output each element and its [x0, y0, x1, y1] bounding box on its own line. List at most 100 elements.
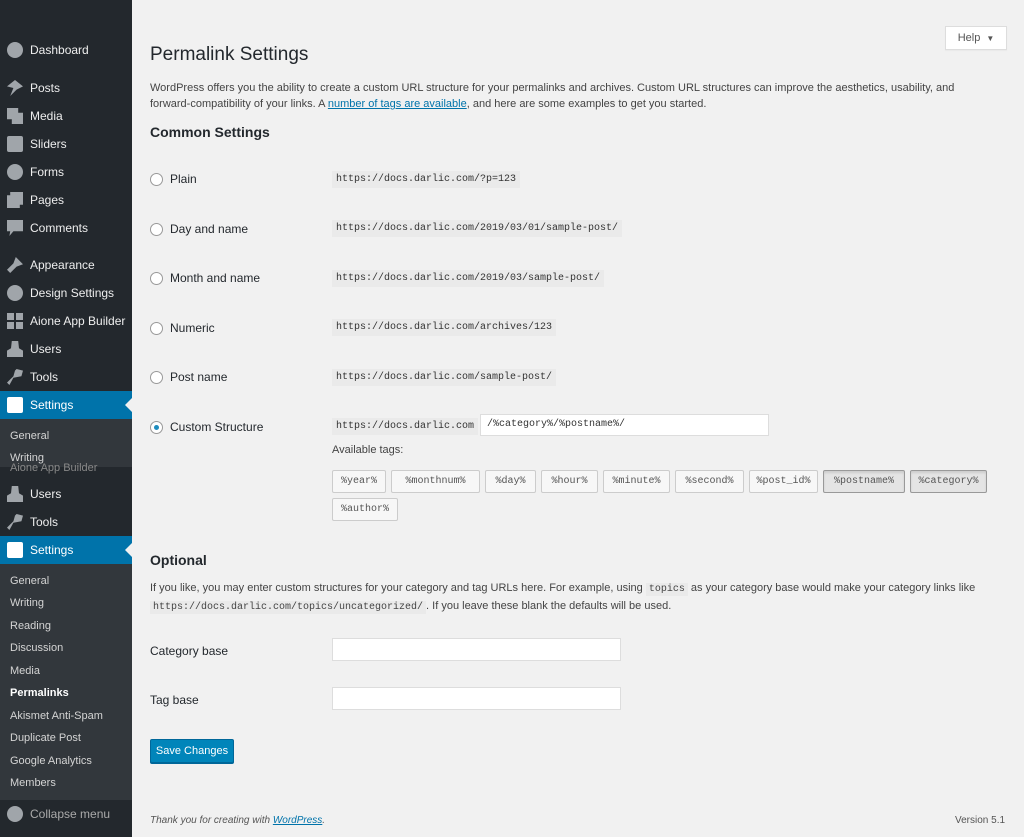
- user-icon: [7, 486, 23, 502]
- submenu-discussion[interactable]: Discussion: [10, 642, 63, 654]
- option-post-name[interactable]: Post name: [150, 370, 227, 384]
- sidebar-item-forms[interactable]: Forms: [0, 158, 132, 186]
- tag-base-label: Tag base: [150, 693, 199, 707]
- sidebar-item-posts[interactable]: Posts: [0, 74, 132, 102]
- tag-button[interactable]: %minute%: [603, 470, 670, 493]
- tags-link[interactable]: number of tags are available: [328, 98, 467, 110]
- page-title: Permalink Settings: [150, 44, 309, 65]
- sidebar-item-tools[interactable]: Tools: [0, 363, 132, 391]
- example-numeric: https://docs.darlic.com/archives/123: [332, 319, 557, 336]
- collapse-icon: [7, 806, 23, 822]
- radio-custom[interactable]: [150, 420, 163, 434]
- sidebar-item-label: Aione App Builder: [30, 314, 126, 328]
- radio-numeric[interactable]: [150, 321, 163, 335]
- option-custom[interactable]: Custom Structure: [150, 420, 263, 434]
- desc-part: as your category base would make your ca…: [687, 582, 976, 594]
- settings-icon: [7, 397, 23, 413]
- sidebar-item-design-settings[interactable]: Design Settings: [0, 279, 132, 307]
- available-tags-label: Available tags:: [332, 444, 404, 456]
- sidebar-item-sliders[interactable]: Sliders: [0, 130, 132, 158]
- submenu-members[interactable]: Members: [10, 777, 56, 789]
- caret-down-icon: ▼: [986, 33, 995, 43]
- tag-base-input[interactable]: [332, 687, 621, 710]
- collapse-menu-button[interactable]: Collapse menu: [0, 800, 132, 828]
- submenu-media[interactable]: Media: [10, 665, 40, 677]
- tag-button[interactable]: %year%: [332, 470, 386, 493]
- desc-part: If you like, you may enter custom struct…: [150, 582, 646, 594]
- intro-part: , and here are some examples to get you …: [466, 98, 707, 110]
- option-label: Month and name: [170, 271, 261, 285]
- sidebar-item-users-2[interactable]: Users: [0, 480, 132, 508]
- tag-button[interactable]: %author%: [332, 498, 398, 521]
- sidebar-item-settings[interactable]: Settings: [0, 391, 132, 419]
- radio-day-name[interactable]: [150, 222, 163, 236]
- custom-structure-input[interactable]: /%category%/%postname%/: [480, 414, 769, 436]
- intro-text: WordPress offers you the ability to crea…: [150, 80, 990, 112]
- pin-icon: [7, 80, 23, 96]
- forms-icon: [7, 164, 23, 180]
- sidebar-item-settings-2[interactable]: Settings: [0, 536, 132, 564]
- submenu-permalinks[interactable]: Permalinks: [10, 687, 69, 699]
- submenu-duplicate-post[interactable]: Duplicate Post: [10, 732, 81, 744]
- radio-plain[interactable]: [150, 172, 163, 186]
- option-day-name[interactable]: Day and name: [150, 222, 248, 236]
- sidebar-item-aione-app-builder[interactable]: Aione App Builder: [0, 307, 132, 335]
- category-base-input[interactable]: [332, 638, 621, 661]
- option-numeric[interactable]: Numeric: [150, 321, 215, 335]
- help-button[interactable]: Help ▼: [945, 26, 1007, 50]
- option-month-name[interactable]: Month and name: [150, 271, 260, 285]
- admin-sidebar: Dashboard Posts Media Sliders Forms Page…: [0, 0, 132, 837]
- footer-text: Thank you for creating with: [150, 815, 273, 826]
- sidebar-item-appearance[interactable]: Appearance: [0, 251, 132, 279]
- submenu-general[interactable]: General: [10, 575, 49, 587]
- radio-post-name[interactable]: [150, 370, 163, 384]
- wrench-icon: [7, 369, 23, 385]
- wordpress-link[interactable]: WordPress: [273, 815, 322, 826]
- wrench-icon: [7, 514, 23, 530]
- tag-button-pressed[interactable]: %postname%: [823, 470, 905, 493]
- sidebar-item-label: Settings: [30, 543, 74, 557]
- flyout-item-general[interactable]: General: [10, 430, 49, 442]
- sidebar-item-dashboard[interactable]: Dashboard: [0, 36, 132, 64]
- sidebar-item-media[interactable]: Media: [0, 102, 132, 130]
- sidebar-item-label: Users: [30, 487, 62, 501]
- flyout-item-writing[interactable]: Writing: [10, 452, 44, 464]
- tag-button[interactable]: %monthnum%: [391, 470, 480, 493]
- sidebar-item-pages[interactable]: Pages: [0, 186, 132, 214]
- sidebar-item-label: Tools: [30, 370, 59, 384]
- option-plain[interactable]: Plain: [150, 172, 197, 186]
- sidebar-item-users[interactable]: Users: [0, 335, 132, 363]
- submenu-akismet[interactable]: Akismet Anti-Spam: [10, 710, 103, 722]
- save-changes-button[interactable]: Save Changes: [150, 739, 234, 763]
- submenu-reading[interactable]: Reading: [10, 620, 51, 632]
- version-text: Version 5.1: [955, 815, 1006, 826]
- sidebar-item-label: Posts: [30, 81, 61, 95]
- common-settings-heading: Common Settings: [150, 124, 270, 140]
- tag-button[interactable]: %hour%: [541, 470, 598, 493]
- slider-icon: [7, 136, 23, 152]
- footer-period: .: [322, 815, 326, 826]
- tag-button[interactable]: %post_id%: [749, 470, 818, 493]
- submenu-writing[interactable]: Writing: [10, 597, 44, 609]
- tag-button[interactable]: %second%: [675, 470, 744, 493]
- option-label: Post name: [170, 370, 228, 384]
- submenu-google-analytics[interactable]: Google Analytics: [10, 755, 92, 767]
- radio-month-name[interactable]: [150, 271, 163, 285]
- example-post-name: https://docs.darlic.com/sample-post/: [332, 369, 557, 386]
- inline-code: topics: [645, 583, 688, 596]
- pages-icon: [7, 192, 23, 208]
- collapse-label: Collapse menu: [30, 807, 111, 821]
- sidebar-item-tools-2[interactable]: Tools: [0, 508, 132, 536]
- design-icon: [7, 285, 23, 301]
- example-plain: https://docs.darlic.com/?p=123: [332, 171, 521, 188]
- media-icon: [7, 108, 23, 124]
- grid-icon: [7, 313, 23, 329]
- tag-button[interactable]: %day%: [485, 470, 536, 493]
- sidebar-item-comments[interactable]: Comments: [0, 214, 132, 242]
- sidebar-item-label: Media: [30, 109, 63, 123]
- custom-prefix: https://docs.darlic.com: [332, 418, 479, 435]
- option-label: Custom Structure: [170, 420, 264, 434]
- tag-button-pressed[interactable]: %category%: [910, 470, 987, 493]
- option-label: Numeric: [170, 321, 215, 335]
- sidebar-item-label: Comments: [30, 221, 89, 235]
